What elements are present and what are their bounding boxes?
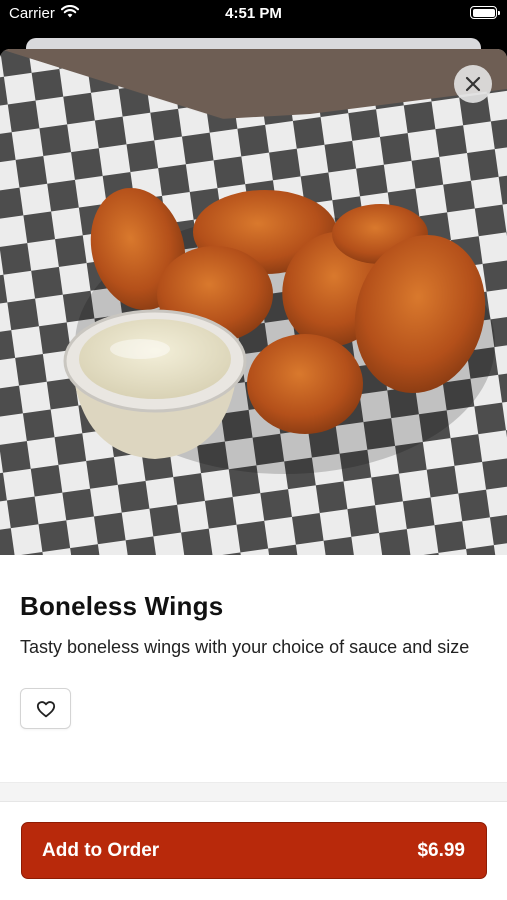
status-time: 4:51 PM (225, 5, 282, 22)
heart-outline-icon (36, 700, 55, 717)
order-price: $6.99 (417, 839, 465, 861)
add-to-order-label: Add to Order (42, 839, 160, 861)
close-button[interactable] (454, 65, 492, 103)
status-bar: Carrier 4:51 PM (0, 0, 507, 30)
close-icon (465, 76, 481, 92)
item-photo (0, 49, 507, 555)
screen: Carrier 4:51 PM Boneless Wings Tasty bon… (0, 0, 507, 900)
item-details: Boneless Wings Tasty boneless wings with… (0, 591, 507, 729)
add-to-order-button[interactable]: Add to Order $6.99 (21, 822, 487, 879)
item-title: Boneless Wings (20, 591, 224, 621)
boneless-wings-image (0, 49, 507, 555)
section-divider (0, 782, 507, 802)
battery-icon (470, 6, 500, 19)
item-detail-modal: Boneless Wings Tasty boneless wings with… (0, 49, 507, 900)
item-description: Tasty boneless wings with your choice of… (20, 637, 470, 657)
favorite-button[interactable] (20, 688, 71, 729)
